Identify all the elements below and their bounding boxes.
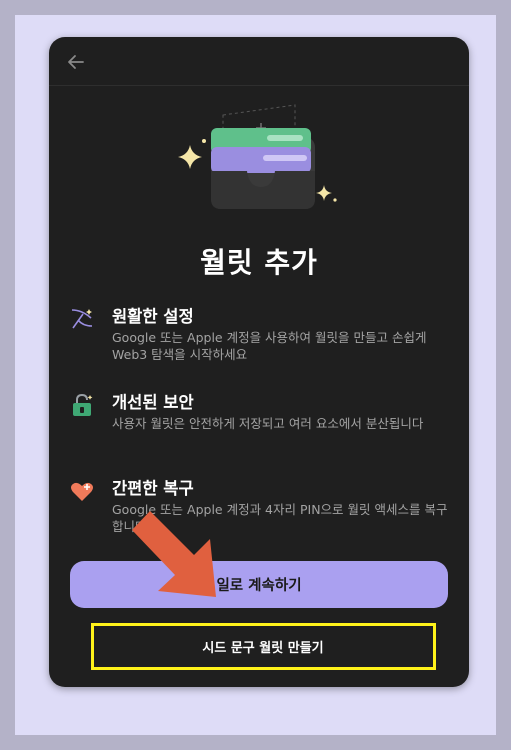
create-seed-phrase-wallet-button[interactable]: 시드 문구 월릿 만들기 bbox=[92, 623, 434, 670]
dialog-header bbox=[49, 37, 469, 86]
arrow-left-icon bbox=[68, 55, 84, 69]
heart-plus-icon bbox=[71, 482, 93, 501]
sparkle-sling-icon bbox=[71, 309, 93, 329]
feature-description: Google 또는 Apple 계정을 사용하여 월릿을 만들고 손쉽게 Web… bbox=[112, 330, 427, 362]
back-button[interactable] bbox=[63, 49, 89, 75]
continue-with-email-button[interactable]: 일로 계속하기 bbox=[70, 561, 448, 608]
dialog-title: 월릿 추가 bbox=[200, 246, 318, 279]
feature-heading: 간편한 복구 bbox=[112, 479, 194, 498]
feature-heading: 개선된 보안 bbox=[112, 393, 194, 412]
wallet-illustration bbox=[178, 104, 337, 209]
feature-description: 사용자 월릿은 안전하게 저장되고 여러 요소에서 분산됩니다 bbox=[112, 416, 424, 431]
add-wallet-dialog: 월릿 추가 원활한 설정 Google 또는 Apple 계정을 사용하여 월릿… bbox=[49, 37, 469, 687]
padlock-icon bbox=[73, 393, 93, 416]
feature-description: Google 또는 Apple 계정과 4자리 PIN으로 월릿 액세스를 복구… bbox=[112, 502, 448, 534]
feature-heading: 원활한 설정 bbox=[112, 307, 194, 326]
